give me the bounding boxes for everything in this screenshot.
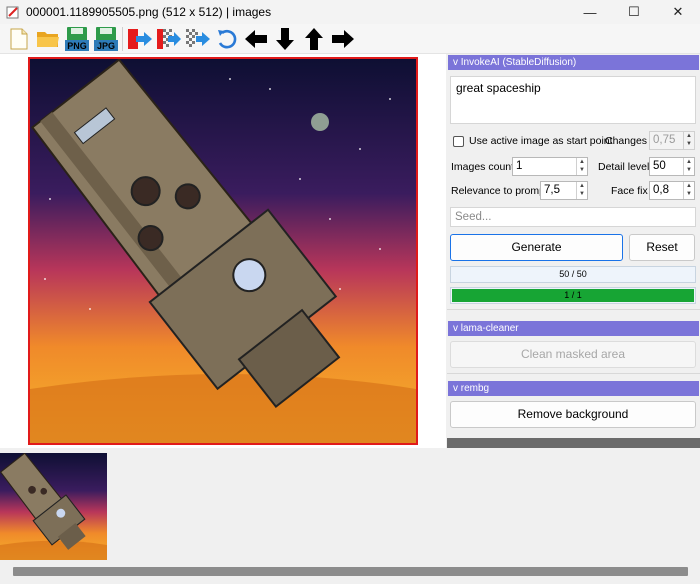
images-count-spin-arrows[interactable]: ▲ ▼	[576, 158, 587, 175]
steps-progress-bar: 50 / 50	[450, 266, 696, 283]
clean-masked-area-button[interactable]: Clean masked area	[450, 341, 696, 368]
move-down-button[interactable]	[270, 25, 299, 53]
png-label: PNG	[67, 41, 87, 51]
relevance-spinbox[interactable]: 7,5 ▲ ▼	[540, 181, 588, 200]
relevance-row: Relevance to prompt	[451, 185, 548, 197]
invokeai-section-header[interactable]: v InvokeAI (StableDiffusion)	[448, 55, 699, 70]
jpg-label: JPG	[96, 41, 114, 51]
arrow-down-icon	[275, 27, 294, 50]
save-png-button[interactable]: PNG	[62, 25, 91, 53]
window-title: 000001.1189905505.png (512 x 512) | imag…	[26, 5, 272, 19]
plugins-panel: v InvokeAI (StableDiffusion) great space…	[447, 54, 700, 448]
changes-label-row: Changes	[605, 135, 647, 147]
panel-bottom-bar	[447, 438, 700, 448]
detail-level-row: Detail level	[598, 161, 649, 173]
app-icon	[6, 6, 19, 19]
close-button[interactable]: ✕	[656, 0, 700, 24]
detail-level-spinbox[interactable]: 50 ▲ ▼	[649, 157, 695, 176]
steps-progress-text: 50 / 50	[559, 269, 587, 279]
detail-level-value: 50	[653, 160, 666, 172]
reset-button[interactable]: Reset	[629, 234, 695, 261]
relevance-label: Relevance to prompt	[451, 185, 548, 197]
title-bar: 000001.1189905505.png (512 x 512) | imag…	[0, 0, 700, 24]
save-png-icon: PNG	[64, 26, 89, 51]
save-jpg-icon: JPG	[93, 26, 118, 51]
save-jpg-button[interactable]: JPG	[91, 25, 120, 53]
use-active-row[interactable]: Use active image as start point	[453, 135, 613, 147]
images-progress-bar: 1 / 1	[450, 287, 696, 304]
face-fix-spin-arrows[interactable]: ▲ ▼	[683, 182, 694, 199]
spaceship-image	[30, 59, 416, 443]
arrow-left-icon	[244, 29, 267, 48]
undo-button[interactable]	[212, 25, 241, 53]
maximize-button[interactable]: ☐	[612, 0, 656, 24]
use-active-label: Use active image as start point	[469, 135, 613, 147]
images-progress-text: 1 / 1	[564, 290, 582, 300]
rembg-section-header[interactable]: v rembg	[448, 381, 699, 396]
face-fix-value: 0,8	[653, 184, 669, 196]
images-count-label: Images count	[451, 161, 515, 173]
open-folder-icon	[36, 31, 59, 47]
minimize-button[interactable]: —	[568, 0, 612, 24]
generated-image[interactable]	[28, 57, 418, 445]
images-count-spinbox[interactable]: 1 ▲ ▼	[512, 157, 588, 176]
generate-button[interactable]: Generate	[450, 234, 623, 261]
changes-spinbox: 0,75 ▲ ▼	[649, 131, 695, 150]
thumbnail-strip	[0, 448, 700, 560]
arrow-right-icon	[331, 29, 354, 48]
images-count-row: Images count	[451, 161, 514, 173]
move-right-button[interactable]	[328, 25, 357, 53]
detail-level-label: Detail level	[598, 161, 650, 173]
images-count-value: 1	[516, 160, 523, 172]
changes-label: Changes	[605, 135, 648, 147]
toolbar: PNG JPG	[0, 24, 700, 54]
prompt-textarea[interactable]: great spaceship	[450, 76, 696, 124]
face-fix-row: Face fix	[611, 185, 648, 197]
section-divider	[447, 309, 700, 310]
new-file-icon	[10, 28, 27, 49]
use-active-checkbox[interactable]	[453, 135, 464, 147]
horizontal-scrollbar[interactable]	[13, 567, 688, 576]
undo-icon	[217, 29, 236, 48]
seed-input[interactable]: Seed...	[450, 207, 696, 227]
relevance-value: 7,5	[544, 184, 560, 196]
open-folder-button[interactable]	[33, 25, 62, 53]
move-left-button[interactable]	[241, 25, 270, 53]
checker-to-arrow-icon	[156, 28, 181, 49]
checker-to-image-button[interactable]	[154, 25, 183, 53]
face-fix-label: Face fix	[611, 185, 648, 197]
changes-value: 0,75	[653, 134, 676, 146]
detail-level-spin-arrows[interactable]: ▲ ▼	[683, 158, 694, 175]
move-up-button[interactable]	[299, 25, 328, 53]
thumbnail-image[interactable]	[0, 453, 107, 560]
red-to-image-button[interactable]	[125, 25, 154, 53]
checker-image-button[interactable]	[183, 25, 212, 53]
section-divider	[447, 373, 700, 374]
lama-cleaner-section-header[interactable]: v lama-cleaner	[448, 321, 699, 336]
toolbar-separator	[122, 26, 123, 51]
remove-background-button[interactable]: Remove background	[450, 401, 696, 428]
changes-spin-arrows: ▲ ▼	[683, 132, 694, 149]
relevance-spin-arrows[interactable]: ▲ ▼	[576, 182, 587, 199]
face-fix-spinbox[interactable]: 0,8 ▲ ▼	[649, 181, 695, 200]
spaceship-thumbnail	[0, 453, 107, 560]
new-file-button[interactable]	[4, 25, 33, 53]
checker-arrow-icon	[185, 28, 210, 47]
image-canvas[interactable]	[0, 54, 446, 448]
arrow-up-icon	[304, 27, 323, 50]
red-to-arrow-icon	[127, 28, 152, 49]
